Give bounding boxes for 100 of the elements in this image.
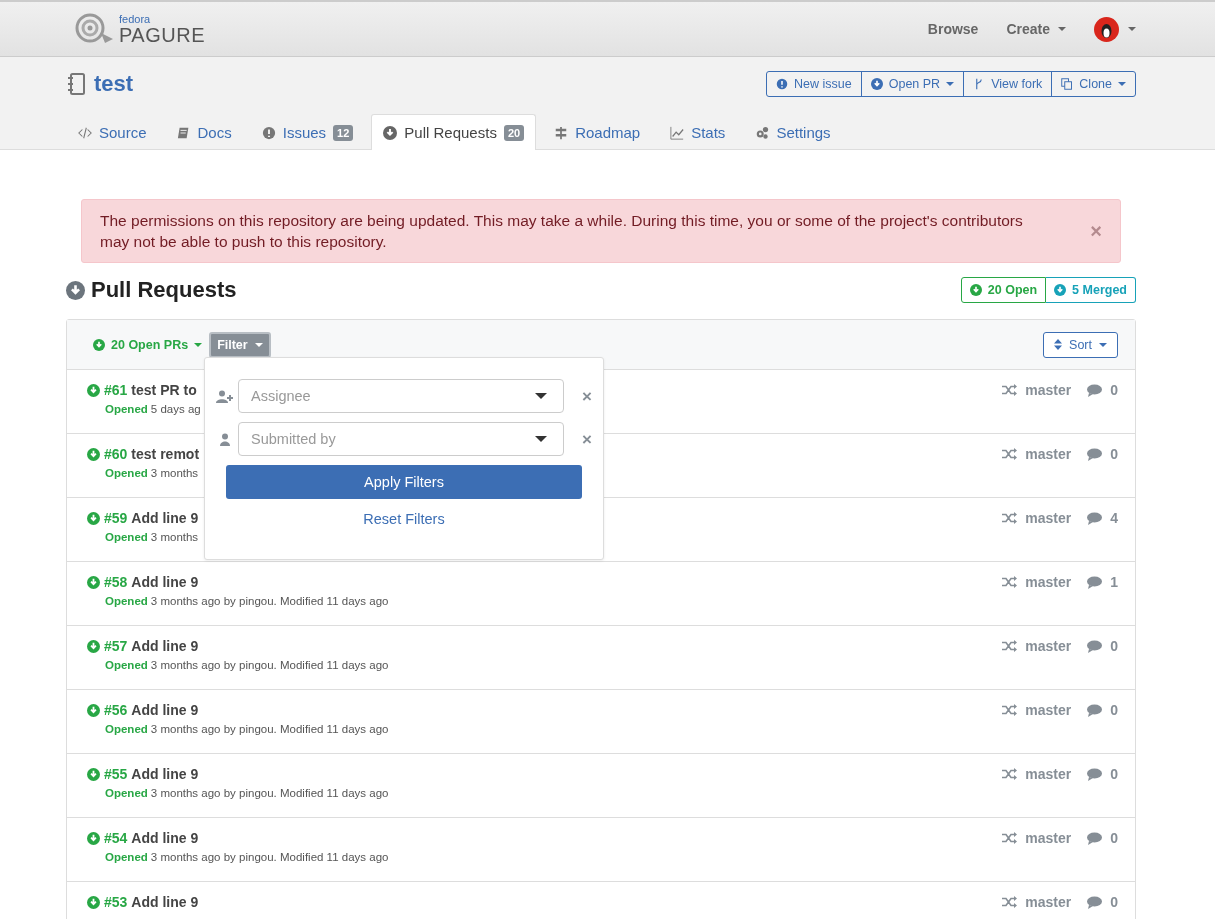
reset-filters-link[interactable]: Reset Filters (363, 511, 445, 527)
comment-count: 1 (1110, 574, 1118, 590)
branch-name: master (1025, 766, 1072, 782)
comment-count: 0 (1110, 638, 1118, 654)
repo-tab[interactable]: Stats (658, 114, 738, 150)
download-icon (383, 125, 398, 140)
apply-filters-button[interactable]: Apply Filters (226, 465, 582, 499)
comment-icon (1087, 511, 1103, 525)
pr-meta: 3 months ago by pingou. Modified 11 days ago (150, 659, 389, 671)
alert-icon (776, 78, 789, 90)
filter-button[interactable]: Filter (209, 331, 271, 358)
comment-icon (1087, 703, 1103, 717)
pr-title[interactable]: test PR to (131, 382, 197, 398)
pr-number[interactable]: #55 (104, 766, 128, 782)
pr-title[interactable]: Add line 9 (131, 766, 199, 782)
comment-count: 0 (1110, 830, 1118, 846)
line-chart-icon (670, 125, 685, 140)
status-label: Opened (105, 851, 148, 863)
pull-request-row[interactable]: #56 Add line 9 Opened 3 months ago by pingou. Modified 11 days ago master 0 (67, 690, 1135, 754)
filter-select[interactable]: Submitted by (238, 422, 565, 456)
repo-action-button[interactable]: Clone (1051, 72, 1135, 96)
count-badge: 20 (503, 124, 525, 141)
comment-icon (1087, 639, 1103, 653)
repo-name[interactable]: test (66, 71, 134, 97)
branch-name: master (1025, 830, 1072, 846)
repo-action-button[interactable]: View fork (963, 72, 1052, 96)
shuffle-icon (1002, 704, 1018, 716)
tab-label: Issues (282, 124, 327, 141)
shuffle-icon (1002, 832, 1018, 844)
pr-meta: 3 months ago by pingou. Modified 11 days ago (150, 787, 389, 799)
branch-name: master (1025, 638, 1072, 654)
pr-number[interactable]: #56 (104, 702, 128, 718)
branch-name: master (1025, 894, 1072, 910)
pr-title[interactable]: Add line 9 (131, 638, 199, 654)
page-heading: Pull Requests (91, 277, 237, 303)
pr-title[interactable]: Add line 9 (131, 894, 199, 910)
pr-number[interactable]: #53 (104, 894, 128, 910)
pr-title[interactable]: Add line 9 (131, 510, 199, 526)
pull-request-row[interactable]: #53 Add line 9 master 0 (67, 882, 1135, 919)
pr-number[interactable]: #58 (104, 574, 128, 590)
repo-tab[interactable]: Pull Requests 20 (371, 114, 537, 150)
repo-tab[interactable]: Settings (743, 114, 843, 150)
download-icon (87, 383, 100, 397)
pull-request-row[interactable]: #54 Add line 9 Opened 3 months ago by pingou. Modified 11 days ago master 0 (67, 818, 1135, 882)
status-filter-button[interactable]: 20 Open (960, 277, 1047, 303)
download-icon (87, 639, 100, 653)
pr-meta: 3 months (150, 531, 199, 543)
create-menu[interactable]: Create (1006, 21, 1066, 37)
book-icon (176, 125, 191, 140)
pr-number[interactable]: #60 (104, 446, 128, 462)
status-filter-button[interactable]: 5 Merged (1046, 277, 1136, 303)
status-label: Opened (105, 723, 148, 735)
pr-title[interactable]: Add line 9 (131, 830, 199, 846)
pr-number[interactable]: #54 (104, 830, 128, 846)
pr-number[interactable]: #61 (104, 382, 128, 398)
repo-tab[interactable]: Roadmap (542, 114, 653, 150)
pr-title[interactable]: Add line 9 (131, 574, 199, 590)
pr-number[interactable]: #59 (104, 510, 128, 526)
tab-label: Stats (691, 124, 726, 141)
browse-link[interactable]: Browse (927, 21, 979, 37)
tab-label: Source (99, 124, 147, 141)
download-icon (87, 447, 100, 461)
comment-count: 0 (1110, 702, 1118, 718)
status-label: Opened (105, 531, 148, 543)
clear-button[interactable]: × (582, 430, 592, 448)
clear-button[interactable]: × (582, 387, 592, 405)
logo-name: PAGURE (119, 24, 205, 45)
pr-meta: 3 months ago by pingou. Modified 11 days ago (150, 723, 389, 735)
download-icon (969, 284, 982, 296)
pr-title[interactable]: test remot (131, 446, 200, 462)
repo-action-button[interactable]: New issue (767, 72, 861, 96)
repo-action-button[interactable]: Open PR (860, 72, 964, 96)
comment-icon (1087, 895, 1103, 909)
comment-icon (1087, 383, 1103, 397)
status-label: Opened (105, 595, 148, 607)
open-prs-dropdown[interactable]: 20 Open PRs (93, 337, 203, 352)
shuffle-icon (1002, 576, 1018, 588)
download-icon (87, 575, 100, 589)
pull-request-row[interactable]: #58 Add line 9 Opened 3 months ago by pingou. Modified 11 days ago master 1 (67, 562, 1135, 626)
repo-tab[interactable]: Source (66, 114, 159, 150)
download-icon (87, 511, 100, 525)
user-icon (219, 432, 230, 446)
pr-number[interactable]: #57 (104, 638, 128, 654)
repo-tab[interactable]: Issues 12 (249, 114, 366, 150)
download-icon (87, 703, 100, 717)
pull-request-row[interactable]: #57 Add line 9 Opened 3 months ago by pingou. Modified 11 days ago master 0 (67, 626, 1135, 690)
tab-label: Settings (776, 124, 831, 141)
sort-button[interactable]: Sort (1043, 331, 1118, 358)
filter-select[interactable]: Assignee (238, 379, 565, 413)
user-menu[interactable] (1094, 16, 1136, 42)
download-icon (66, 280, 85, 300)
download-icon (87, 895, 100, 909)
pr-meta: 3 months ago by pingou. Modified 11 days ago (150, 851, 389, 863)
repo-tab[interactable]: Docs (164, 114, 244, 150)
pr-title[interactable]: Add line 9 (131, 702, 199, 718)
count-badge: 12 (333, 124, 354, 141)
shuffle-icon (1002, 896, 1018, 908)
shuffle-icon (1002, 768, 1018, 780)
branch-name: master (1025, 510, 1072, 526)
pull-request-row[interactable]: #55 Add line 9 Opened 3 months ago by pingou. Modified 11 days ago master 0 (67, 754, 1135, 818)
